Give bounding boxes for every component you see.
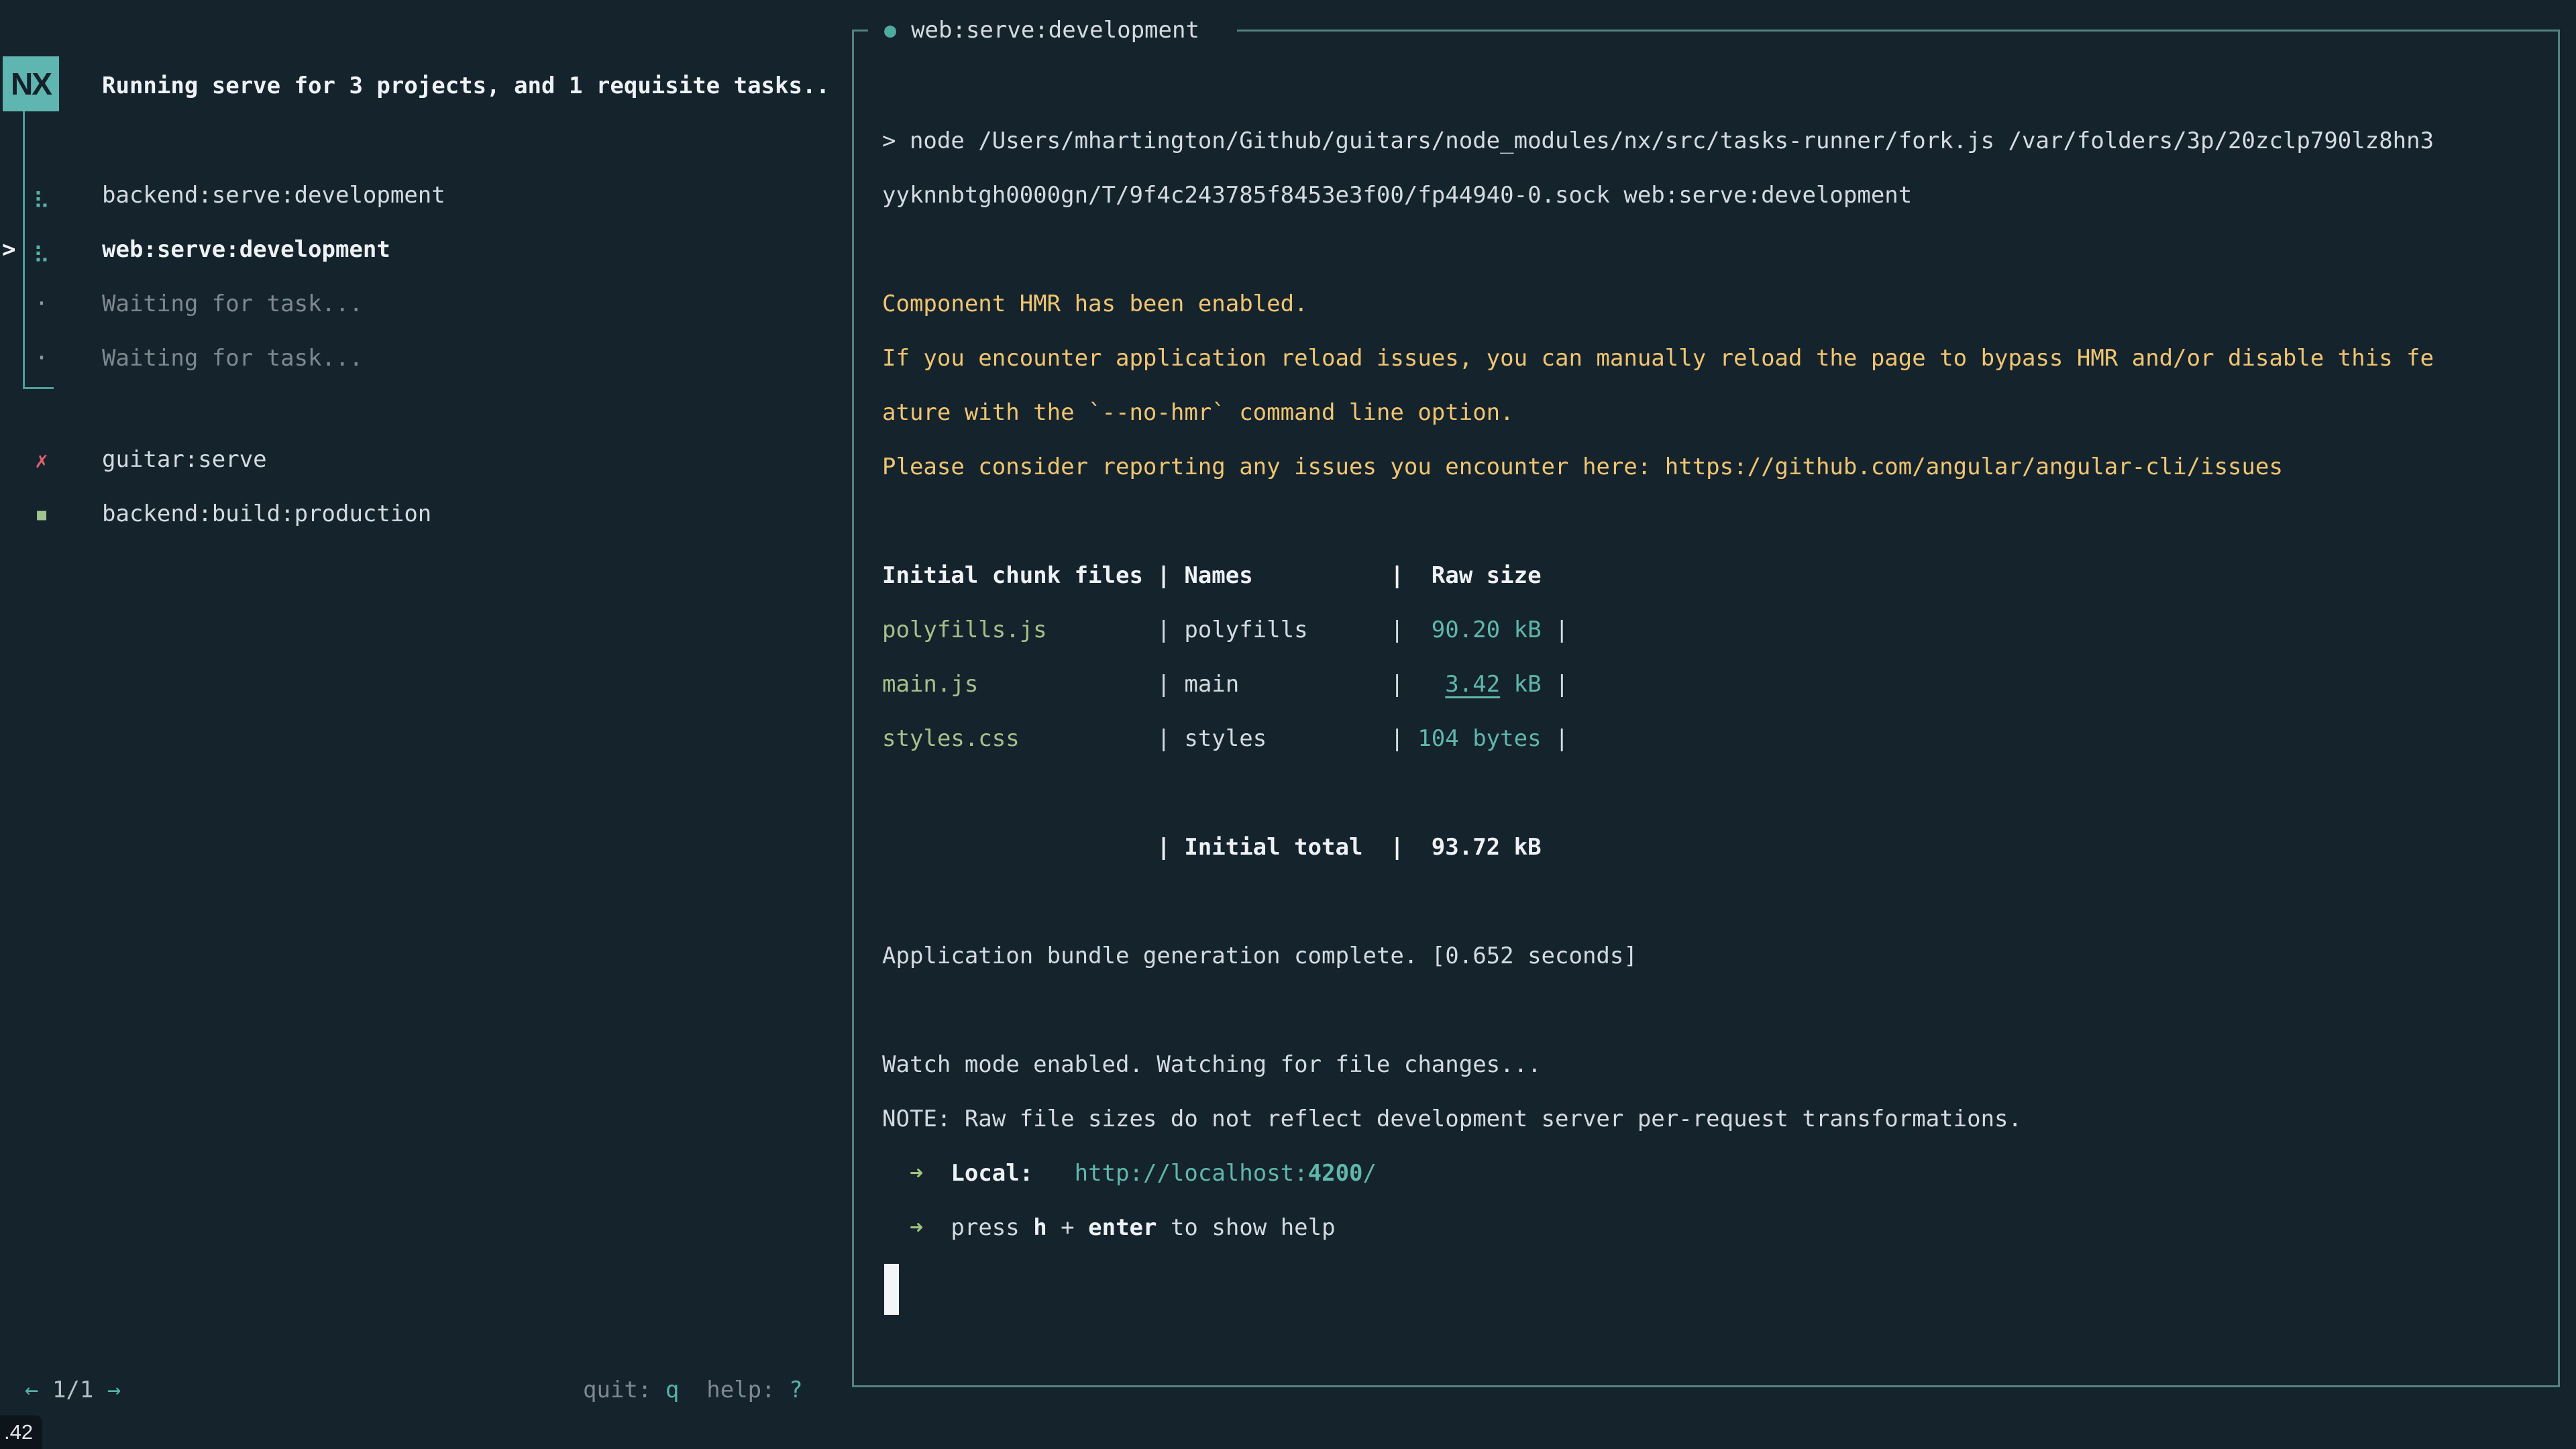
arrow-icon: ➜ (910, 1160, 923, 1187)
text-segment (882, 1160, 910, 1187)
waiting-dot-icon: · (28, 290, 55, 317)
failed-cross-icon: ✗ (28, 447, 55, 473)
localhost-url[interactable]: / (1363, 1160, 1377, 1187)
text-segment: yyknnbtgh0000gn/T/9f4c243785f8453e3f00/f… (882, 182, 1912, 209)
text-segment: Component HMR has been enabled. (882, 290, 1308, 317)
quit-hint-label: quit: (583, 1377, 665, 1403)
hint-spacer (679, 1377, 706, 1403)
raw-size-note: NOTE: Raw file sizes do not reflect deve… (882, 1106, 2022, 1133)
local-server-line: ➜ Local: http://localhost:4200/ (882, 1160, 1377, 1187)
text-segment: enter (1088, 1214, 1157, 1241)
text-segment: Local: (951, 1160, 1033, 1187)
text-segment: | main | (978, 671, 1445, 698)
text-segment: | styles | (1020, 725, 1418, 752)
localhost-url[interactable]: http://localhost: (1075, 1160, 1308, 1187)
overlay-badge: .42 (0, 1415, 42, 1449)
text-segment: main.js (882, 671, 978, 698)
text-segment: Please consider reporting any issues you… (882, 453, 2283, 480)
chunk-row-polyfills: polyfills.js | polyfills | 90.20 kB | (882, 616, 1569, 644)
command-line-wrap: yyknnbtgh0000gn/T/9f4c243785f8453e3f00/f… (882, 182, 1912, 209)
watch-mode-message: Watch mode enabled. Watching for file ch… (882, 1051, 1542, 1079)
text-segment: to show help (1157, 1214, 1335, 1241)
next-page-arrow-icon[interactable]: → (107, 1377, 121, 1403)
text-segment: Initial chunk files | Names | Raw size (882, 562, 1542, 589)
text-segment: | (1542, 725, 1569, 752)
text-segment (1033, 1160, 1074, 1187)
text-segment: h (1033, 1214, 1046, 1241)
text-segment: press (951, 1214, 1033, 1241)
task-label: web:serve:development (102, 236, 390, 263)
text-segment: 104 bytes (1417, 725, 1541, 752)
spinner-icon: ⣆ (28, 182, 55, 209)
task-group-tree-line-foot (23, 387, 54, 389)
text-segment: Application bundle generation complete. … (882, 943, 1638, 969)
text-segment: If you encounter application reload issu… (882, 345, 2434, 372)
prev-page-arrow-icon[interactable]: ← (25, 1377, 38, 1403)
text-segment: > node /Users/mhartington/Github/guitars… (882, 127, 2434, 154)
text-segment: Watch mode enabled. Watching for file ch… (882, 1051, 1542, 1078)
chunk-row-main: main.js | main | 3.42 kB | (882, 671, 1569, 698)
text-segment: 3.42 (1445, 671, 1500, 698)
text-segment: styles.css (882, 725, 1020, 752)
waiting-dot-icon: · (28, 345, 55, 372)
task-label: Waiting for task... (102, 345, 363, 372)
hmr-warning-line-1: If you encounter application reload issu… (882, 345, 2434, 372)
bundle-complete-message: Application bundle generation complete. … (882, 943, 1638, 970)
text-segment: ature with the `--no-hmr` command line o… (882, 399, 1514, 426)
selected-task-pointer-icon: > (2, 236, 15, 263)
pager-indicator: 1/1 (38, 1377, 107, 1403)
task-label: Waiting for task... (102, 290, 363, 317)
run-summary-header: Running serve for 3 projects, and 1 requ… (102, 72, 830, 99)
text-segment: polyfills.js (882, 616, 1047, 643)
hmr-report-message: Please consider reporting any issues you… (882, 453, 2283, 481)
chunk-table-header: Initial chunk files | Names | Raw size (882, 562, 1542, 590)
text-segment: | (1542, 616, 1569, 643)
terminal-screen: NX Running serve for 3 projects, and 1 r… (0, 0, 2576, 1449)
text-segment: | polyfills | (1047, 616, 1432, 643)
success-square-icon: ▪ (28, 500, 55, 528)
help-hint-label: help: (706, 1377, 789, 1403)
localhost-url-port[interactable]: 4200 (1308, 1160, 1363, 1187)
task-status-dot-icon: ● (884, 19, 896, 42)
panel-title-text: web:serve:development (911, 17, 1199, 44)
arrow-icon: ➜ (910, 1214, 923, 1241)
command-line: > node /Users/mhartington/Github/guitars… (882, 127, 2434, 155)
task-label: backend:build:production (102, 500, 431, 527)
text-segment (882, 1214, 910, 1241)
task-label: guitar:serve (102, 446, 267, 473)
text-segment: | Initial total | 93.72 kB (882, 834, 1542, 861)
pager-controls: ← 1/1 → (25, 1377, 121, 1403)
initial-total-row: | Initial total | 93.72 kB (882, 834, 1542, 861)
nx-logo: NX (3, 56, 59, 111)
terminal-cursor (884, 1264, 899, 1315)
text-segment: kB (1500, 671, 1541, 698)
hmr-warning-line-2: ature with the `--no-hmr` command line o… (882, 399, 1514, 427)
text-segment: + (1047, 1214, 1088, 1241)
chunk-row-styles: styles.css | styles | 104 bytes | (882, 725, 1569, 753)
help-hint-line: ➜ press h + enter to show help (882, 1214, 1336, 1242)
text-segment (923, 1214, 951, 1241)
text-segment (923, 1160, 951, 1187)
help-key: ? (789, 1377, 802, 1403)
task-label: backend:serve:development (102, 182, 445, 209)
text-segment: NOTE: Raw file sizes do not reflect deve… (882, 1106, 2022, 1132)
task-group-tree-line (23, 111, 25, 389)
keyboard-hints: quit: q help: ? (583, 1377, 803, 1403)
spinner-icon: ⣆ (28, 236, 55, 263)
text-segment: | (1542, 671, 1569, 698)
task-output-panel-title: ● web:serve:development (868, 14, 1237, 46)
text-segment: 90.20 kB (1432, 616, 1542, 643)
quit-key: q (665, 1377, 679, 1403)
hmr-enabled-message: Component HMR has been enabled. (882, 290, 1308, 318)
